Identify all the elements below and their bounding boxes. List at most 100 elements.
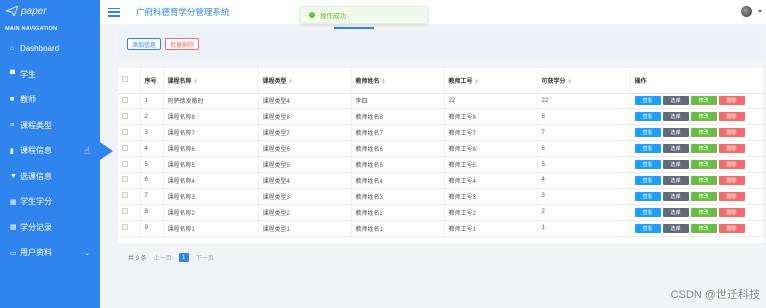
table-cell: 课程类型4 bbox=[258, 93, 352, 110]
sidebar-item-course-type[interactable]: ≡ 课程类型 bbox=[0, 113, 100, 139]
add-button[interactable]: 添加信息 bbox=[127, 38, 162, 50]
delete-button[interactable]: 删除 bbox=[718, 128, 745, 138]
row-checkbox[interactable] bbox=[122, 192, 128, 199]
table-cell: 8 bbox=[140, 204, 164, 221]
success-icon bbox=[309, 12, 315, 18]
edit-button[interactable]: 修改 bbox=[690, 144, 717, 154]
sidebar-item-user-profile[interactable]: ▭ 用户资料 ⌄ bbox=[0, 240, 100, 266]
view-button[interactable]: 查看 bbox=[634, 112, 661, 122]
choose-course-button[interactable]: 选课 bbox=[662, 144, 689, 154]
row-checkbox[interactable] bbox=[122, 96, 128, 103]
table-cell: 5 bbox=[140, 156, 164, 173]
table-cell: 4 bbox=[140, 140, 164, 158]
edit-button[interactable]: 修改 bbox=[690, 191, 717, 201]
delete-button[interactable]: 删除 bbox=[718, 175, 745, 185]
choose-course-button[interactable]: 选课 bbox=[662, 112, 689, 122]
delete-button[interactable]: 删除 bbox=[718, 223, 745, 233]
row-checkbox[interactable] bbox=[122, 128, 128, 135]
sort-icon[interactable]: ⇕ bbox=[475, 79, 479, 85]
view-button[interactable]: 查看 bbox=[634, 160, 661, 169]
table-cell: 课程名称3 bbox=[163, 188, 259, 205]
row-checkbox[interactable] bbox=[122, 112, 128, 119]
logo[interactable]: paper bbox=[0, 0, 100, 22]
row-actions: 查看 选课 修改 删除 bbox=[634, 207, 764, 217]
edit-button[interactable]: 修改 bbox=[690, 160, 717, 169]
view-button[interactable]: 查看 bbox=[634, 96, 661, 106]
delete-button[interactable]: 删除 bbox=[718, 112, 745, 122]
view-button[interactable]: 查看 bbox=[634, 175, 661, 185]
table-cell: 教师姓名4 bbox=[351, 172, 445, 189]
delete-button[interactable]: 删除 bbox=[718, 207, 745, 217]
sort-icon[interactable]: ⇕ bbox=[194, 79, 198, 85]
delete-button[interactable]: 删除 bbox=[718, 144, 745, 154]
choose-course-button[interactable]: 选课 bbox=[662, 223, 689, 233]
sort-icon[interactable]: ⇕ bbox=[382, 79, 386, 85]
row-checkbox[interactable] bbox=[122, 176, 128, 183]
edit-button[interactable]: 修改 bbox=[690, 223, 717, 233]
table-cell: 课程名称6 bbox=[163, 140, 259, 158]
total-count: 共 9 条 bbox=[128, 256, 147, 262]
column-header[interactable]: 教师姓名 ⇕ bbox=[351, 68, 445, 94]
caret-down-icon[interactable] bbox=[758, 10, 762, 13]
choose-course-button[interactable]: 选课 bbox=[662, 96, 689, 106]
delete-button[interactable]: 删除 bbox=[718, 191, 745, 201]
batch-delete-button[interactable]: 批量删除 bbox=[165, 38, 200, 50]
row-checkbox[interactable] bbox=[122, 160, 128, 167]
column-header[interactable]: 可获学分 ⇕ bbox=[537, 68, 631, 94]
row-actions: 查看 选课 修改 删除 bbox=[634, 160, 764, 169]
edit-button[interactable]: 修改 bbox=[690, 112, 717, 122]
action-toolbar: 添加信息 批量删除 bbox=[118, 30, 764, 60]
avatar[interactable] bbox=[741, 6, 752, 17]
table-cell: 课程类型3 bbox=[258, 188, 352, 205]
monitor-icon: ▀ bbox=[10, 70, 15, 78]
sidebar-item-label: 课程类型 bbox=[20, 120, 52, 130]
sidebar-item-teacher[interactable]: ■ 教师 bbox=[0, 87, 100, 113]
next-page-button[interactable]: 下一页 bbox=[196, 253, 214, 262]
prev-page-button[interactable]: 上一页 bbox=[154, 253, 172, 262]
course-table: 序号 课程名称 ⇕ 课程类型 ⇕ 教师姓名 ⇕ 教师工号 ⇕ 可获学分 ⇕ 操作 1 阿萨德… bbox=[118, 68, 764, 237]
table-cell: 课程类型6 bbox=[258, 140, 352, 158]
choose-course-button[interactable]: 选课 bbox=[662, 207, 689, 217]
edit-button[interactable]: 修改 bbox=[690, 128, 717, 138]
nav-header: MAIN NAVIGATION bbox=[5, 26, 58, 32]
row-checkbox[interactable] bbox=[122, 224, 128, 231]
column-header[interactable]: 教师工号 ⇕ bbox=[444, 68, 538, 94]
table-cell: 6 bbox=[537, 140, 631, 158]
choose-course-button[interactable]: 选课 bbox=[662, 175, 689, 185]
table-row: 1 阿萨德发撒时 课程类型4 李四 22 22 查看 选课 修改 删除 bbox=[118, 93, 764, 110]
column-header[interactable]: 课程名称 ⇕ bbox=[163, 68, 259, 94]
table-cell: 7 bbox=[537, 124, 631, 142]
column-header[interactable]: 课程类型 ⇕ bbox=[258, 68, 352, 94]
square-icon: ■ bbox=[10, 96, 15, 104]
choose-course-button[interactable]: 选课 bbox=[662, 128, 689, 138]
edit-button[interactable]: 修改 bbox=[690, 207, 717, 217]
logo-text: paper bbox=[21, 5, 47, 17]
row-checkbox[interactable] bbox=[122, 208, 128, 215]
view-button[interactable]: 查看 bbox=[634, 144, 661, 154]
view-button[interactable]: 查看 bbox=[634, 223, 661, 233]
menu-toggle-icon[interactable] bbox=[108, 7, 120, 17]
view-button[interactable]: 查看 bbox=[634, 207, 661, 217]
column-header: 序号 bbox=[140, 68, 164, 94]
edit-button[interactable]: 修改 bbox=[690, 96, 717, 106]
select-all-checkbox[interactable] bbox=[122, 76, 128, 83]
view-button[interactable]: 查看 bbox=[634, 128, 661, 138]
delete-button[interactable]: 删除 bbox=[718, 96, 745, 106]
view-button[interactable]: 查看 bbox=[634, 191, 661, 201]
delete-button[interactable]: 删除 bbox=[718, 160, 745, 169]
sidebar-item-student-credit[interactable]: ▦ 学生学分 bbox=[0, 189, 100, 215]
sort-icon[interactable]: ⇕ bbox=[568, 79, 572, 85]
sidebar-item-enrollment[interactable]: ▼ 选课信息 bbox=[0, 164, 100, 190]
choose-course-button[interactable]: 选课 bbox=[662, 160, 689, 169]
edit-button[interactable]: 修改 bbox=[690, 175, 717, 185]
row-actions: 查看 选课 修改 删除 bbox=[634, 112, 764, 122]
sidebar-item-dashboard[interactable]: ⌂ Dashboard bbox=[0, 36, 100, 62]
page-number-button[interactable]: 1 bbox=[178, 253, 189, 262]
sort-icon[interactable]: ⇕ bbox=[289, 79, 293, 85]
table-cell: 阿萨德发撒时 bbox=[163, 93, 259, 110]
sidebar-item-student[interactable]: ▀ 学生 bbox=[0, 62, 100, 88]
row-checkbox[interactable] bbox=[122, 144, 128, 151]
list-icon: ≡ bbox=[10, 121, 15, 129]
sidebar-item-credit-record[interactable]: ▦ 学分记录 bbox=[0, 215, 100, 241]
choose-course-button[interactable]: 选课 bbox=[662, 191, 689, 201]
